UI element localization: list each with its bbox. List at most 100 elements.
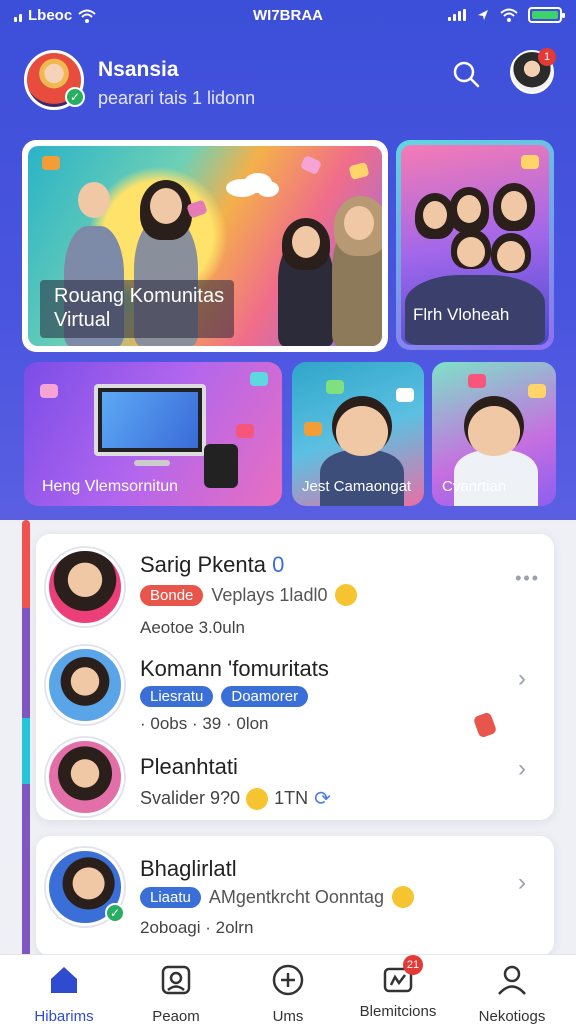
list-item[interactable]: ✓ Bhaglirlatl Liaatu AMgentkrcht Oonntag…	[36, 844, 554, 940]
banner-label: Jest Camaongat	[302, 478, 412, 495]
tag-chip: Liesratu	[140, 686, 214, 707]
cloud-icon	[226, 173, 279, 197]
list-item[interactable]: Sarig Pkenta 0 Bonde Veplays 1ladl0 Aeot…	[36, 542, 554, 638]
person-head	[292, 226, 320, 258]
floating-icon	[348, 161, 370, 181]
list-item-footer: Aeotoe 3.0uln	[140, 618, 245, 637]
floating-icon	[42, 156, 60, 170]
cell-signal-icon	[448, 9, 466, 21]
list-item-title: Bhaglirlatl	[140, 856, 237, 881]
list-item-footer: Svalider 9?0 1TN ⟳	[140, 786, 331, 811]
battery-icon	[528, 7, 565, 23]
floating-icon	[304, 422, 322, 436]
list-item[interactable]: Komann 'fomuritats Liesratu Doamorer · 0…	[36, 642, 554, 739]
verified-icon: ✓	[105, 903, 125, 923]
list-item-meta: Liaatu AMgentkrcht Oonntag	[140, 886, 414, 908]
add-circle-icon	[272, 964, 304, 996]
banner-tv[interactable]: Heng Vlemsornitun	[24, 362, 282, 506]
chevron-right-icon[interactable]: ›	[518, 871, 540, 895]
banner-kid-happy[interactable]: Cvanrtian	[432, 362, 556, 506]
nav-label: Blemitcions	[359, 1003, 437, 1020]
tv-graphic	[94, 384, 206, 456]
person-head	[332, 396, 392, 456]
status-right	[448, 7, 565, 23]
home-icon	[51, 967, 77, 993]
list-item-footer: 2oboagi · 2olrn	[140, 918, 254, 937]
banner-kid-game[interactable]: Jest Camaongat	[292, 362, 424, 506]
meta-text: AMgentkrcht Oonntag	[208, 886, 384, 907]
tag-chip: Liaatu	[140, 886, 201, 908]
decorative-strip	[22, 520, 30, 960]
person-head	[464, 396, 524, 456]
chevron-right-icon[interactable]: ›	[518, 667, 540, 691]
nav-item-notifications[interactable]: 21 Blemitcions	[348, 955, 448, 1020]
banner-group-photo[interactable]: Flrh Vloheah	[396, 140, 554, 350]
photo-icon	[161, 965, 191, 995]
user-subtitle: pearari tais 1 lidonn	[98, 88, 256, 108]
footer-text: Svalider 9?0	[140, 788, 241, 808]
nav-item-home[interactable]: Hibarims	[14, 963, 114, 1024]
floating-icon	[521, 155, 539, 169]
tag-chip: Doamorer	[221, 686, 309, 707]
nav-item-room[interactable]: Peaom	[126, 963, 226, 1024]
banner-label-line2: Virtual	[54, 309, 111, 331]
account-avatar[interactable]: 1	[510, 48, 556, 94]
list-item-footer: · 0obs · 39 · 0lon	[140, 714, 269, 733]
location-icon	[478, 10, 488, 20]
gamepad-icon	[204, 444, 238, 488]
banner-image: Flrh Vloheah	[401, 145, 549, 345]
nav-label: Hibarims	[34, 1008, 94, 1024]
person-head	[344, 206, 374, 240]
floating-icon	[250, 372, 268, 386]
emoji-icon	[335, 584, 358, 606]
banner-label: Cvanrtian	[442, 478, 507, 495]
title-badge: 0	[272, 552, 285, 577]
nav-label: Ums	[272, 1008, 304, 1024]
user-name: Nsansia	[98, 58, 179, 81]
banner-image: Rouang Komunitas Virtual	[28, 146, 382, 346]
nav-label: Nekotiogs	[478, 1008, 546, 1024]
floating-icon	[326, 380, 344, 394]
community-list: Sarig Pkenta 0 Bonde Veplays 1ladl0 Aeot…	[36, 534, 554, 820]
status-badge: Bonde	[140, 584, 204, 606]
list-item[interactable]: Pleanhtati Svalider 9?0 1TN ⟳ ›	[36, 734, 554, 830]
banner-label: Rouang Komunitas Virtual	[40, 280, 235, 338]
nav-item-profile[interactable]: Nekotiogs	[462, 963, 562, 1024]
meta-text: Veplays 1ladl0	[211, 584, 328, 605]
list-item-meta: Bonde Veplays 1ladl0	[140, 584, 358, 606]
person-head	[423, 201, 447, 229]
banner-label: Flrh Vloheah	[413, 305, 510, 324]
banner-label: Heng Vlemsornitun	[42, 478, 179, 495]
avatar	[46, 548, 124, 626]
person-head	[78, 182, 110, 218]
more-icon[interactable]: •••	[515, 568, 540, 589]
verified-icon: ✓	[65, 87, 85, 107]
floating-icon	[396, 388, 414, 402]
community-list-2: ✓ Bhaglirlatl Liaatu AMgentkrcht Oonntag…	[36, 836, 554, 956]
person-head	[457, 237, 485, 267]
list-item-title: Pleanhtati	[140, 754, 238, 779]
floating-icon	[468, 374, 486, 388]
search-icon[interactable]	[452, 60, 480, 88]
avatar	[46, 738, 124, 816]
tv-stand	[134, 460, 170, 466]
floating-icon	[40, 384, 58, 398]
notifications-icon-wrap: 21	[381, 955, 423, 997]
notification-badge: 1	[538, 48, 556, 66]
user-icon	[498, 965, 526, 995]
list-item-title: Sarig Pkenta 0	[140, 552, 284, 578]
footer-text-2: 1TN	[274, 788, 309, 808]
bottom-nav: Hibarims Peaom Ums 21 Blemitcions Nekoti…	[0, 954, 576, 1024]
avatar	[46, 646, 124, 724]
emoji-icon	[391, 886, 414, 908]
banner-virtual-community[interactable]: Rouang Komunitas Virtual	[22, 140, 388, 352]
floating-icon	[299, 154, 323, 176]
nav-item-create[interactable]: Ums	[238, 963, 338, 1024]
chevron-right-icon[interactable]: ›	[518, 757, 540, 781]
floating-icon	[236, 424, 254, 438]
profile-avatar[interactable]: ✓	[24, 50, 85, 110]
list-item-title-text: Sarig Pkenta	[140, 552, 266, 577]
person-head	[497, 241, 525, 271]
person-head	[150, 188, 182, 224]
nav-label: Peaom	[152, 1008, 200, 1024]
